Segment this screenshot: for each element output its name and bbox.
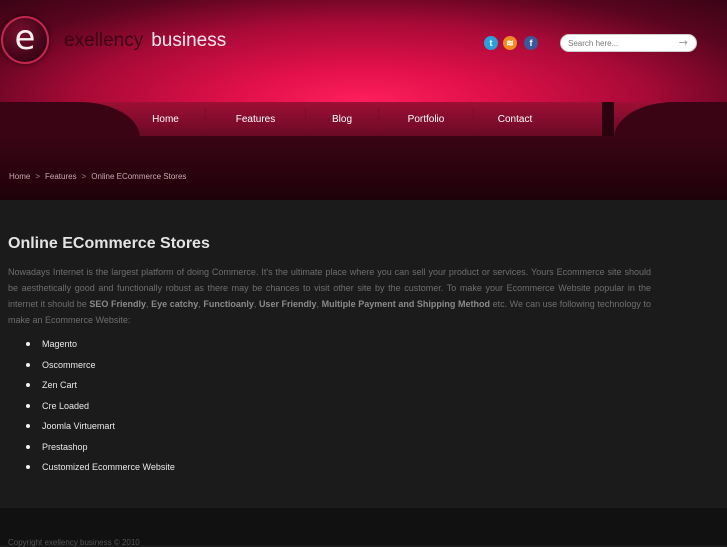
copyright: Copyright exellency business © 2010 <box>8 538 140 547</box>
keyword-eye-catchy: Eye catchy <box>151 299 199 309</box>
brand-name-dark: exellency <box>64 30 144 51</box>
breadcrumb: Home > Features > Online ECommerce Stores <box>9 172 186 181</box>
nav-divider-shadow <box>602 102 614 136</box>
nav-item-features[interactable]: Features <box>206 108 306 130</box>
breadcrumb-current: Online ECommerce Stores <box>91 172 187 181</box>
search-input[interactable] <box>568 36 673 50</box>
list-item: Customized Ecommerce Website <box>24 461 175 482</box>
list-item: Oscommerce <box>24 359 175 380</box>
search-box: → <box>560 34 697 52</box>
nav-item-portfolio[interactable]: Portfolio <box>379 108 474 130</box>
list-item: Cre Loaded <box>24 400 175 421</box>
breadcrumb-features[interactable]: Features <box>45 172 77 181</box>
nav-item-contact[interactable]: Contact <box>474 108 556 130</box>
facebook-icon[interactable]: f <box>524 36 538 50</box>
brand-name-light: business <box>151 30 227 51</box>
breadcrumb-bar <box>0 136 727 200</box>
list-item: Prestashop <box>24 441 175 462</box>
nav-item-blog[interactable]: Blog <box>306 108 379 130</box>
keyword-user-friendly: User Friendly <box>258 299 317 309</box>
main-nav: Home Features Blog Portfolio Contact <box>126 108 556 130</box>
keyword-payment-shipping: Multiple Payment and Shipping Method <box>321 299 490 309</box>
keyword-functionally: Functioanly <box>203 299 254 309</box>
list-item: Zen Cart <box>24 379 175 400</box>
intro-paragraph: Nowadays Internet is the largest platfor… <box>8 267 651 325</box>
breadcrumb-separator: > <box>35 172 41 181</box>
keyword-seo: SEO Friendly <box>89 299 147 309</box>
rss-icon[interactable]: ≋ <box>503 36 517 50</box>
breadcrumb-separator: > <box>81 172 87 181</box>
brand-name[interactable]: exellency business <box>64 30 226 52</box>
nav-item-home[interactable]: Home <box>126 108 206 130</box>
twitter-icon[interactable]: t <box>484 36 498 50</box>
breadcrumb-home[interactable]: Home <box>9 172 30 181</box>
page-title: Online ECommerce Stores <box>8 235 210 252</box>
logo-letter: e <box>14 18 36 58</box>
logo[interactable]: e <box>1 16 49 64</box>
search-submit-icon[interactable]: → <box>679 36 688 49</box>
technology-list: Magento Oscommerce Zen Cart Cre Loaded J… <box>24 338 175 482</box>
list-item: Magento <box>24 338 175 359</box>
list-item: Joomla Virtuemart <box>24 420 175 441</box>
